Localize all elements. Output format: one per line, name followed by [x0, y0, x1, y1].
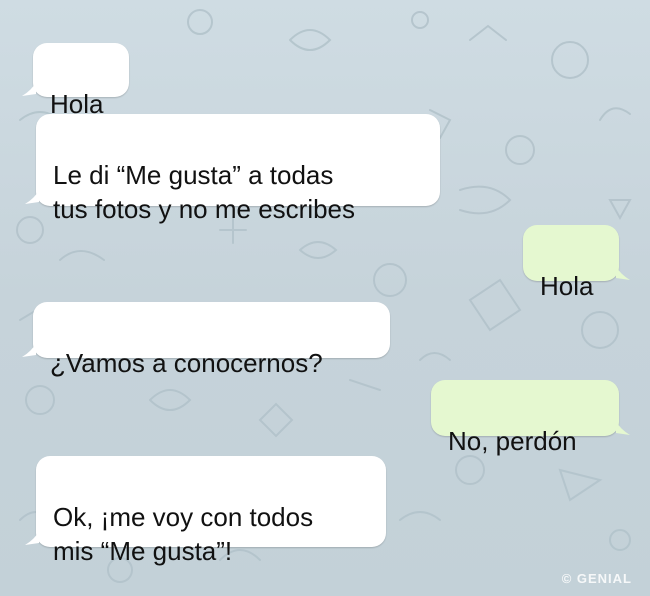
bubble-tail-outgoing — [616, 266, 630, 280]
message-bubble-outgoing[interactable]: Hola — [523, 225, 619, 301]
message-bubble-incoming[interactable]: Ok, ¡me voy con todos mis “Me gusta”! — [36, 456, 386, 566]
message-text: Le di “Me gusta” a todas tus fotos y no … — [53, 160, 356, 224]
message-bubble-incoming[interactable]: Le di “Me gusta” a todas tus fotos y no … — [36, 114, 440, 224]
watermark: © GENIAL — [561, 571, 632, 586]
bubble-tail-incoming — [22, 82, 36, 96]
message-text: ¿Vamos a conocernos? — [50, 348, 323, 378]
message-bubble-incoming[interactable]: Hola — [33, 43, 129, 119]
message-text: No, perdón — [448, 426, 577, 456]
message-bubble-incoming[interactable]: ¿Vamos a conocernos? — [33, 302, 390, 378]
bubble-tail-incoming — [25, 190, 39, 204]
bubble-tail-incoming — [25, 531, 39, 545]
bubble-tail-outgoing — [616, 421, 630, 435]
message-text: Hola — [540, 271, 594, 301]
bubble-tail-incoming — [22, 343, 36, 357]
message-bubble-outgoing[interactable]: No, perdón — [431, 380, 619, 456]
